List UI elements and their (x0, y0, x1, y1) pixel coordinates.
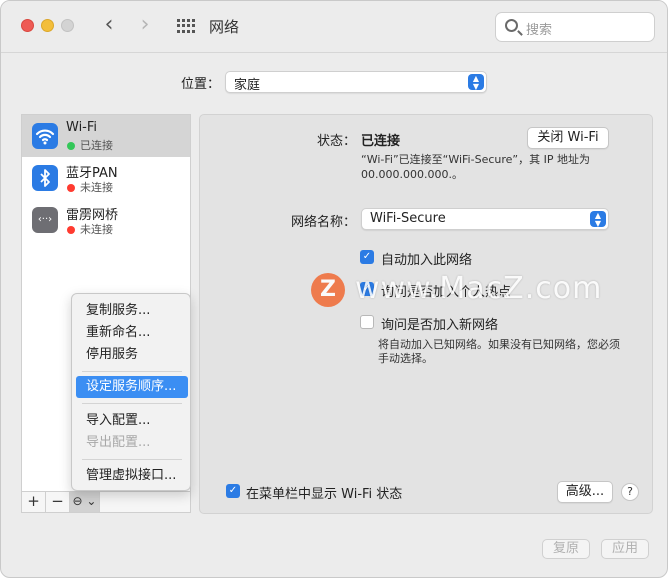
status-dot-green (67, 142, 75, 150)
location-label: 位置： (181, 77, 221, 92)
remove-service-button[interactable]: − (46, 492, 70, 512)
service-item-wifi[interactable]: Wi-Fi 已连接 (22, 115, 190, 157)
show-wifi-in-menubar-checkbox[interactable]: ✓ (226, 484, 240, 498)
show-wifi-in-menubar-label: 在菜单栏中显示 Wi-Fi 状态 (246, 487, 403, 502)
search-field[interactable]: 搜索 (495, 12, 655, 42)
auto-join-checkbox[interactable]: ✓ (360, 250, 374, 264)
menu-item-export-configurations: 导出配置... (86, 435, 151, 450)
minimize-window-button[interactable] (41, 19, 54, 32)
back-chevron-icon[interactable]: ‹ (97, 13, 121, 39)
thunderbolt-bridge-icon: ‹··› (32, 207, 58, 233)
menu-separator (82, 459, 182, 460)
auto-join-label: 自动加入此网络 (381, 253, 473, 268)
menu-item-manage-virtual-interfaces[interactable]: 管理虚拟接口... (76, 465, 188, 487)
add-service-button[interactable]: + (22, 492, 46, 512)
popup-arrows-icon: ▲ ▼ (590, 211, 606, 228)
menu-item-deactivate-service[interactable]: 停用服务 (76, 344, 188, 366)
network-preferences-window: ‹ › 网络 搜索 位置： 家庭 ▲ ▼ Wi-Fi 已连接 蓝牙PAN 未连接… (0, 0, 668, 578)
location-value: 家庭 (234, 78, 261, 93)
menu-item-import-configurations[interactable]: 导入配置... (76, 410, 188, 432)
action-menu-button[interactable]: ⊖ ⌄ (70, 492, 100, 512)
service-list-toolbar: + − ⊖ ⌄ (21, 492, 191, 513)
zoom-window-button[interactable] (61, 19, 74, 32)
service-status: 未连接 (80, 181, 113, 194)
titlebar: ‹ › 网络 搜索 (1, 1, 667, 53)
service-name: Wi-Fi (66, 120, 98, 135)
forward-chevron-icon[interactable]: › (133, 13, 157, 39)
turn-off-wifi-button[interactable]: 关闭 Wi-Fi (527, 127, 609, 149)
window-title: 网络 (209, 18, 240, 36)
help-button[interactable]: ? (621, 483, 639, 501)
status-value: 已连接 (361, 134, 401, 149)
menu-separator (82, 371, 182, 372)
bluetooth-icon (32, 165, 58, 191)
menu-item-duplicate-service[interactable]: 复制服务... (76, 300, 188, 322)
service-status: 未连接 (80, 223, 113, 236)
status-description-line1: “Wi-Fi”已连接至“WiFi-Secure”，其 IP 地址为 (361, 153, 590, 166)
ask-description-line2: 手动选择。 (378, 352, 433, 365)
service-item-thunderbolt-bridge[interactable]: ‹··› 雷雳网桥 未连接 (22, 199, 190, 241)
network-name-value: WiFi-Secure (370, 211, 446, 226)
location-popup[interactable]: 家庭 ▲ ▼ (225, 71, 487, 93)
status-dot-red (67, 184, 75, 192)
status-label: 状态： (317, 134, 357, 149)
status-dot-red (67, 226, 75, 234)
service-status: 已连接 (80, 139, 113, 152)
search-icon (505, 19, 518, 32)
action-context-menu: 复制服务... 重新命名... 停用服务 设定服务顺序... 导入配置... 导… (71, 293, 191, 491)
menu-item-set-service-order[interactable]: 设定服务顺序... (76, 376, 188, 398)
menu-separator (82, 403, 182, 404)
status-description-line2: 00.000.000.000.。 (361, 168, 463, 181)
watermark: Z www.MacZ.com (309, 271, 649, 311)
watermark-logo-icon: Z (311, 273, 345, 307)
network-name-popup[interactable]: WiFi-Secure ▲ ▼ (361, 208, 609, 230)
service-item-bluetooth-pan[interactable]: 蓝牙PAN 未连接 (22, 157, 190, 199)
revert-button: 复原 (542, 539, 590, 559)
network-name-label: 网络名称： (291, 215, 357, 230)
show-all-grid-icon[interactable] (177, 19, 195, 33)
advanced-button[interactable]: 高级... (557, 481, 613, 503)
ask-new-networks-checkbox[interactable] (360, 315, 374, 329)
menu-item-rename[interactable]: 重新命名... (76, 322, 188, 344)
watermark-text: www.MacZ.com (355, 271, 603, 306)
search-placeholder: 搜索 (526, 23, 553, 38)
wifi-icon (32, 123, 58, 149)
popup-arrows-icon: ▲ ▼ (468, 74, 484, 91)
close-window-button[interactable] (21, 19, 34, 32)
ask-new-networks-label: 询问是否加入新网络 (381, 318, 499, 333)
apply-button: 应用 (601, 539, 649, 559)
